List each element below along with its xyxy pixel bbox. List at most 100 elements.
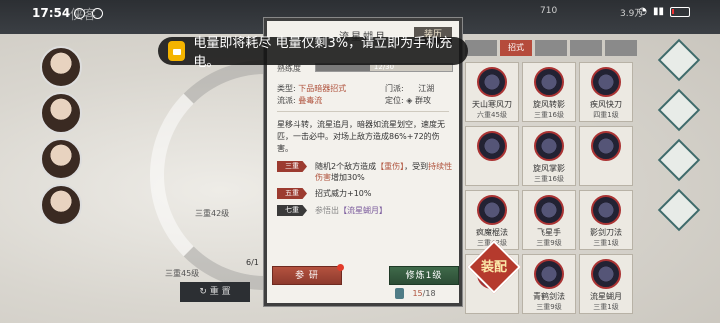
battery-icon bbox=[670, 6, 690, 17]
notification-dot-icon bbox=[337, 264, 344, 271]
skill-icon bbox=[591, 67, 621, 97]
skill-card[interactable]: 流星蝴月三重1级 bbox=[579, 254, 633, 314]
skill-name: 影剑刀法 bbox=[590, 228, 622, 237]
divider bbox=[277, 111, 449, 112]
skill-icon bbox=[477, 195, 507, 225]
avatar-hero-2[interactable] bbox=[40, 92, 82, 134]
skill-name: 天山寒风刀 bbox=[472, 100, 512, 109]
skill-level: 三重9级 bbox=[536, 239, 562, 247]
school-row: 流派: 叠毒流 bbox=[277, 95, 322, 106]
skill-tabs: 招式 bbox=[465, 40, 637, 56]
skill-name: 流星蝴月 bbox=[590, 292, 622, 301]
skill-icon bbox=[534, 195, 564, 225]
skill-name: 疯魔棍法 bbox=[476, 228, 508, 237]
tier-5-text: 招式威力+10% bbox=[315, 189, 372, 198]
t3e: 增加30% bbox=[331, 173, 365, 182]
t3c: ，受到 bbox=[404, 162, 429, 171]
battery-warning-icon bbox=[168, 41, 186, 61]
count-current: 15 bbox=[412, 289, 423, 298]
resource-gold: 710 bbox=[540, 6, 558, 16]
skill-card[interactable]: 影剑刀法三重1级 bbox=[579, 190, 633, 250]
skill-name: 旋风转影 bbox=[533, 100, 565, 109]
sect-value: 江湖 bbox=[418, 84, 435, 93]
skill-card[interactable]: 青鹤剑法三重9级 bbox=[522, 254, 576, 314]
skill-name: 青鹤剑法 bbox=[533, 292, 565, 301]
tier-5: 五重 招式威力+10% bbox=[277, 188, 455, 199]
reset-button[interactable]: ↻ 重 置 bbox=[180, 282, 250, 302]
tier-7-badge: 七重 bbox=[277, 205, 307, 216]
skill-name: 旋风掌影 bbox=[533, 164, 565, 173]
tier-7-text: 参悟出【流星蝴月】 bbox=[315, 205, 387, 216]
tab-1[interactable] bbox=[465, 40, 497, 56]
tier-3: 三重 随机2个敌方造成【重伤】，受到持续性伤害增加30% bbox=[277, 161, 455, 183]
tab-5[interactable] bbox=[605, 40, 637, 56]
skill-level-a: 三重42级 bbox=[195, 209, 230, 218]
reset-label: 重 置 bbox=[209, 287, 231, 297]
position-label: 定位: bbox=[385, 96, 404, 105]
tier-3-badge: 三重 bbox=[277, 161, 307, 172]
school-value: 叠毒流 bbox=[298, 96, 323, 105]
research-button[interactable]: 参 研 bbox=[272, 264, 344, 285]
tier-7: 七重 参悟出【流星蝴月】 bbox=[277, 205, 455, 216]
skill-name: 飞星手 bbox=[537, 228, 561, 237]
skill-card[interactable]: 旋风转影三重16级 bbox=[522, 62, 576, 122]
avatar-hero-4[interactable] bbox=[40, 184, 82, 226]
position-value: 群攻 bbox=[414, 96, 431, 105]
skill-level: 三重1级 bbox=[593, 303, 619, 311]
skill-level: 四重1级 bbox=[593, 111, 619, 119]
skill-card[interactable] bbox=[465, 126, 519, 186]
equip-seal-label: 装配 bbox=[480, 260, 507, 275]
skill-level: 三重16级 bbox=[534, 111, 564, 119]
refresh-icon: ↻ bbox=[199, 287, 210, 297]
skill-card[interactable]: 疾风快刀四重1级 bbox=[579, 62, 633, 122]
type-value: 下品暗器招式 bbox=[298, 84, 347, 93]
t3b: 【重伤】 bbox=[376, 162, 405, 171]
skill-name: 疾风快刀 bbox=[590, 100, 622, 109]
tier-5-badge: 五重 bbox=[277, 188, 307, 199]
school-label: 流派: bbox=[277, 96, 296, 105]
count-total: /18 bbox=[422, 289, 436, 298]
page-indicator: 6/1 bbox=[246, 258, 259, 267]
resource-coins: 3.9万 bbox=[620, 9, 644, 19]
type-label: 类型: bbox=[277, 84, 296, 93]
position-row: 定位: ◈ 群攻 bbox=[385, 95, 431, 106]
skill-icon bbox=[534, 259, 564, 289]
skill-icon bbox=[591, 131, 621, 161]
tab-4[interactable] bbox=[570, 40, 602, 56]
skill-card[interactable]: 旋风掌影三重16级 bbox=[522, 126, 576, 186]
t7b: 【流星蝴月】 bbox=[339, 206, 387, 215]
tier-3-text: 随机2个敌方造成【重伤】，受到持续性伤害增加30% bbox=[315, 161, 455, 183]
skill-level: 三重16级 bbox=[534, 175, 564, 183]
skill-icon bbox=[534, 131, 564, 161]
toast-text: 电量即将耗尽 电量仅剩3%，请立即为手机充电。 bbox=[193, 36, 453, 70]
avatar-hero-3[interactable] bbox=[40, 138, 82, 180]
avatar-hero-1[interactable] bbox=[40, 46, 82, 88]
skill-level: 六重45级 bbox=[477, 111, 507, 119]
skill-level-b: 三重45级 bbox=[165, 269, 200, 278]
research-label: 参 研 bbox=[295, 271, 319, 281]
sect-row: 门派: 江湖 bbox=[385, 83, 434, 94]
tab-3[interactable] bbox=[535, 40, 567, 56]
skill-icon bbox=[591, 259, 621, 289]
sect-label: 门派: bbox=[385, 84, 404, 93]
type-row: 类型: 下品暗器招式 bbox=[277, 83, 346, 94]
tab-skills[interactable]: 招式 bbox=[500, 40, 532, 56]
t3a: 随机2个敌方造成 bbox=[315, 162, 377, 171]
train-button[interactable]: 修炼1级 bbox=[389, 266, 459, 285]
item-count: 15/18 bbox=[389, 289, 459, 298]
position-icon: ◈ bbox=[406, 96, 413, 105]
skill-icon bbox=[477, 67, 507, 97]
skill-card[interactable] bbox=[579, 126, 633, 186]
status-right: ◔ ▮▮ bbox=[638, 6, 690, 17]
skill-card[interactable]: 天山寒风刀六重45级 bbox=[465, 62, 519, 122]
skill-icon bbox=[477, 131, 507, 161]
skill-icon bbox=[534, 67, 564, 97]
game-title: 侠客 bbox=[70, 8, 97, 23]
skill-level: 三重9级 bbox=[536, 303, 562, 311]
signal-icon: ▮▮ bbox=[652, 6, 664, 17]
skill-card[interactable]: 飞星手三重9级 bbox=[522, 190, 576, 250]
clock: 17:54 bbox=[32, 6, 71, 20]
battery-toast: 电量即将耗尽 电量仅剩3%，请立即为手机充电。 bbox=[158, 36, 468, 70]
skill-description: 星移斗转，流星追月，暗器如流星划空，速度无匹，一击必中。对场上敌方造成86%+7… bbox=[277, 120, 445, 153]
skill-level: 三重1级 bbox=[593, 239, 619, 247]
